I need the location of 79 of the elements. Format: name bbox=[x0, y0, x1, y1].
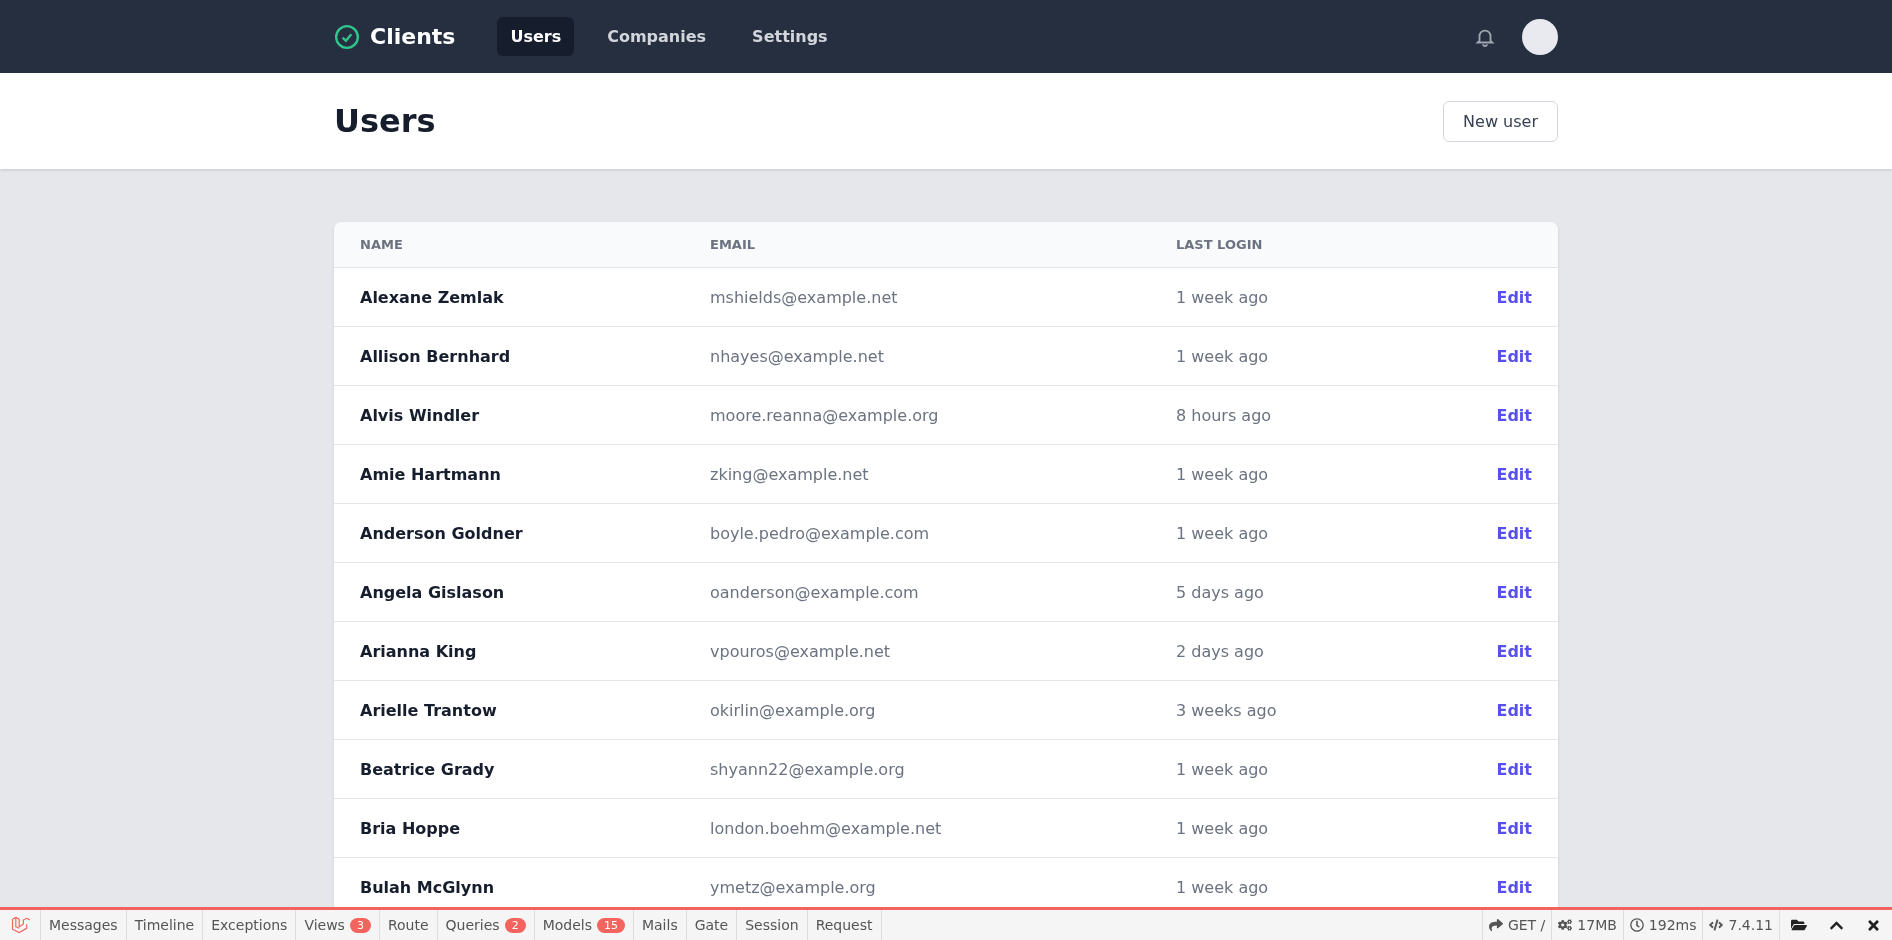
debug-indicator: 17MB bbox=[1577, 917, 1617, 933]
column-header: EMAIL bbox=[709, 237, 756, 252]
user-email: london.boehm@example.net bbox=[709, 818, 943, 838]
edit-link[interactable]: Edit bbox=[1496, 582, 1532, 602]
clock-icon bbox=[1629, 918, 1644, 932]
user-name: Bulah McGlynn bbox=[359, 877, 496, 897]
count-badge: 2 bbox=[504, 917, 526, 933]
user-name: Arianna King bbox=[359, 641, 478, 661]
debug-tab[interactable]: Route bbox=[379, 910, 438, 940]
column-header: NAME bbox=[359, 237, 404, 252]
last-login: 1 week ago bbox=[1175, 346, 1270, 366]
last-login: 3 weeks ago bbox=[1175, 700, 1278, 720]
brand-name: Clients bbox=[370, 24, 456, 49]
user-name: Alexane Zemlak bbox=[359, 287, 505, 307]
share-arrow-icon bbox=[1488, 918, 1503, 932]
last-login: 8 hours ago bbox=[1175, 405, 1273, 425]
last-login: 5 days ago bbox=[1175, 582, 1265, 602]
last-login: 1 week ago bbox=[1175, 877, 1270, 897]
user-name: Beatrice Grady bbox=[359, 759, 496, 779]
column-header: LAST LOGIN bbox=[1175, 237, 1264, 252]
check-circle-icon bbox=[334, 23, 360, 50]
debug-tab[interactable]: Views 3 bbox=[296, 910, 380, 940]
last-login: 2 days ago bbox=[1175, 641, 1265, 661]
edit-link[interactable]: Edit bbox=[1496, 759, 1532, 779]
close-icon[interactable] bbox=[1866, 917, 1881, 933]
user-email: nhayes@example.net bbox=[709, 346, 885, 366]
user-email: ymetz@example.org bbox=[709, 877, 877, 897]
user-name: Arielle Trantow bbox=[359, 700, 498, 720]
count-badge: 15 bbox=[596, 917, 625, 933]
user-name: Angela Gislason bbox=[359, 582, 506, 602]
edit-link[interactable]: Edit bbox=[1496, 346, 1532, 366]
user-email: vpouros@example.net bbox=[709, 641, 892, 661]
edit-link[interactable]: Edit bbox=[1496, 641, 1532, 661]
new-user-button[interactable]: New user bbox=[1443, 100, 1558, 142]
last-login: 1 week ago bbox=[1175, 818, 1270, 838]
user-email: mshields@example.net bbox=[709, 287, 899, 307]
debug-tab[interactable]: Exceptions bbox=[203, 910, 297, 940]
code-icon bbox=[1709, 918, 1724, 932]
debug-tab[interactable]: Timeline bbox=[126, 910, 204, 940]
debug-tab[interactable]: Messages bbox=[41, 910, 127, 940]
edit-link[interactable]: Edit bbox=[1496, 405, 1532, 425]
page-title: Users bbox=[334, 102, 436, 140]
nav-link[interactable]: Settings bbox=[739, 17, 841, 56]
last-login: 1 week ago bbox=[1175, 287, 1270, 307]
user-avatar[interactable] bbox=[1522, 18, 1558, 55]
user-name: Amie Hartmann bbox=[359, 464, 502, 484]
edit-link[interactable]: Edit bbox=[1496, 464, 1532, 484]
edit-link[interactable]: Edit bbox=[1496, 523, 1532, 543]
user-name: Anderson Goldner bbox=[359, 523, 524, 543]
debug-tab[interactable]: Request bbox=[807, 910, 882, 940]
count-badge: 3 bbox=[349, 917, 371, 933]
user-email: moore.reanna@example.org bbox=[709, 405, 940, 425]
user-name: Alvis Windler bbox=[359, 405, 481, 425]
debug-tab[interactable]: Gate bbox=[686, 910, 738, 940]
last-login: 1 week ago bbox=[1175, 464, 1270, 484]
user-email: okirlin@example.org bbox=[709, 700, 877, 720]
cogs-icon bbox=[1558, 918, 1573, 932]
debug-indicator: 192ms bbox=[1648, 917, 1697, 933]
edit-link[interactable]: Edit bbox=[1496, 818, 1532, 838]
nav-link[interactable]: Companies bbox=[594, 17, 720, 56]
debug-tab[interactable]: Models 15 bbox=[534, 910, 634, 940]
debug-tab[interactable]: Session bbox=[737, 910, 808, 940]
debug-tab[interactable]: Mails bbox=[633, 910, 687, 940]
edit-link[interactable]: Edit bbox=[1496, 287, 1532, 307]
debug-tab[interactable]: Queries 2 bbox=[437, 910, 535, 940]
user-name: Bria Hoppe bbox=[359, 818, 462, 838]
last-login: 1 week ago bbox=[1175, 523, 1270, 543]
user-email: oanderson@example.com bbox=[709, 582, 920, 602]
edit-link[interactable]: Edit bbox=[1496, 877, 1532, 897]
user-email: shyann22@example.org bbox=[709, 759, 906, 779]
nav-link[interactable]: Users bbox=[497, 17, 575, 56]
edit-link[interactable]: Edit bbox=[1496, 700, 1532, 720]
folder-icon[interactable] bbox=[1791, 917, 1807, 933]
last-login: 1 week ago bbox=[1175, 759, 1270, 779]
user-email: zking@example.net bbox=[709, 464, 870, 484]
debug-indicator: 7.4.11 bbox=[1728, 917, 1773, 933]
user-email: boyle.pedro@example.com bbox=[709, 523, 931, 543]
debug-indicator: GET / bbox=[1507, 917, 1546, 933]
user-name: Allison Bernhard bbox=[359, 346, 512, 366]
